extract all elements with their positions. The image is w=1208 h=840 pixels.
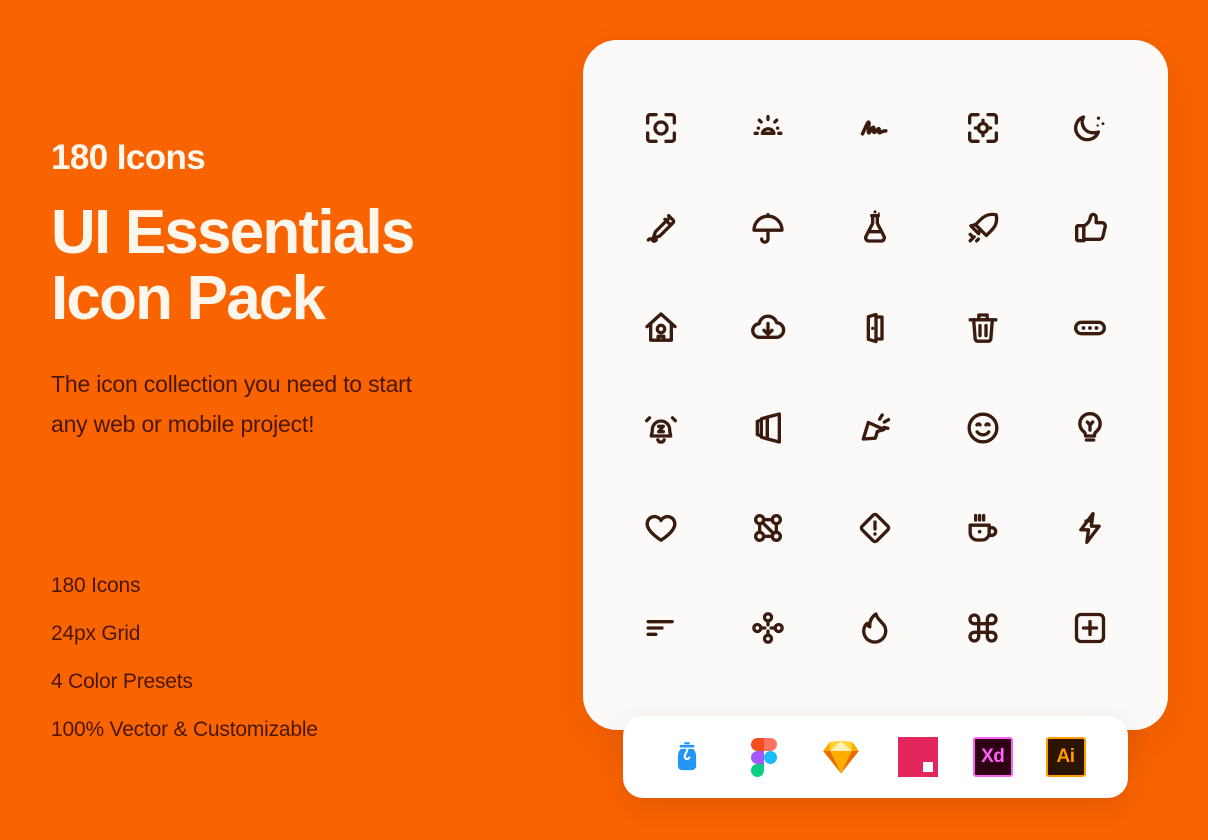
page-title: UI Essentials Icon Pack <box>51 198 415 333</box>
supported-apps-bar: Xd Ai <box>623 716 1128 798</box>
coffee-cup-icon[interactable] <box>929 478 1036 578</box>
sketch-logo[interactable] <box>819 735 863 779</box>
moon-stars-icon[interactable] <box>1037 78 1144 178</box>
thumbs-up-icon[interactable] <box>1037 178 1144 278</box>
heart-icon[interactable] <box>607 478 714 578</box>
signature-icon[interactable] <box>822 78 929 178</box>
eyebrow-label: 180 Icons <box>51 138 206 177</box>
adobe-xd-logo[interactable]: Xd <box>972 737 1013 777</box>
adobe-illustrator-label: Ai <box>1056 746 1076 767</box>
feature-list: 180 Icons 24px Grid 4 Color Presets 100%… <box>51 562 318 754</box>
nodes-selection-icon[interactable] <box>714 478 821 578</box>
more-horizontal-icon[interactable] <box>1037 278 1144 378</box>
lightning-bolt-icon[interactable] <box>1037 478 1144 578</box>
focus-target-icon[interactable] <box>929 78 1036 178</box>
align-left-icon[interactable] <box>607 578 714 678</box>
cursor-click-icon[interactable] <box>822 378 929 478</box>
list-item: 180 Icons <box>51 574 141 597</box>
flame-icon[interactable] <box>822 578 929 678</box>
hero-panel: 180 Icons UI Essentials Icon Pack The ic… <box>51 0 551 840</box>
home-icon[interactable] <box>607 278 714 378</box>
list-item: 24px Grid <box>51 622 141 645</box>
invision-studio-logo[interactable] <box>896 735 940 779</box>
lightbulb-icon[interactable] <box>1037 378 1144 478</box>
flask-icon[interactable] <box>822 178 929 278</box>
sunrise-icon[interactable] <box>714 78 821 178</box>
command-key-icon[interactable] <box>929 578 1036 678</box>
umbrella-icon[interactable] <box>714 178 821 278</box>
door-exit-icon[interactable] <box>822 278 929 378</box>
adobe-xd-label: Xd <box>981 746 1005 767</box>
smiley-face-icon[interactable] <box>929 378 1036 478</box>
iconjar-logo[interactable] <box>665 735 709 779</box>
pen-write-icon[interactable] <box>607 178 714 278</box>
warning-diamond-icon[interactable] <box>822 478 929 578</box>
cluster-nodes-icon[interactable] <box>714 578 821 678</box>
list-item: 100% Vector & Customizable <box>51 718 318 741</box>
alarm-snooze-icon[interactable] <box>607 378 714 478</box>
list-item: 4 Color Presets <box>51 670 193 693</box>
figma-logo[interactable] <box>742 735 786 779</box>
hero-subhead: The icon collection you need to start an… <box>51 371 412 437</box>
focus-frame-circle-icon[interactable] <box>607 78 714 178</box>
adobe-illustrator-logo[interactable]: Ai <box>1045 737 1086 777</box>
cloud-download-icon[interactable] <box>714 278 821 378</box>
rocket-icon[interactable] <box>929 178 1036 278</box>
icon-showcase-card <box>583 40 1168 730</box>
book-open-icon[interactable] <box>714 378 821 478</box>
icon-grid <box>583 40 1168 730</box>
trash-icon[interactable] <box>929 278 1036 378</box>
plus-square-icon[interactable] <box>1037 578 1144 678</box>
